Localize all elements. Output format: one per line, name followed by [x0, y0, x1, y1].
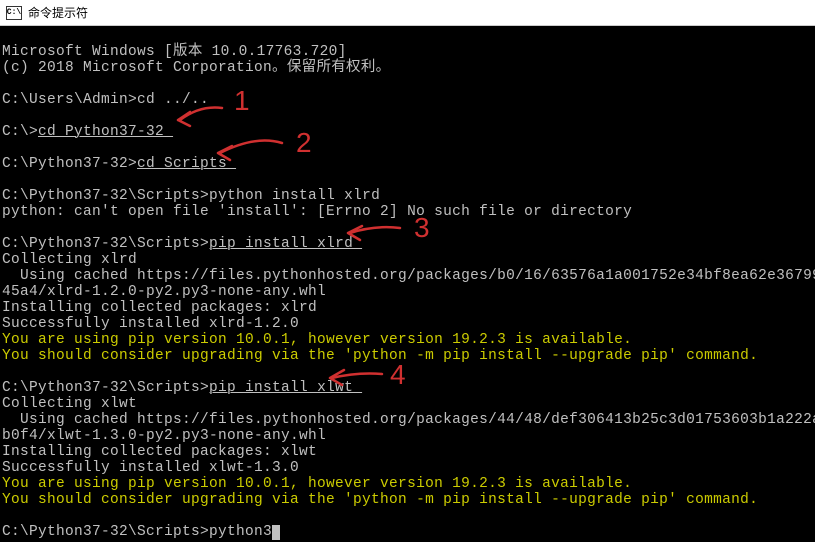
prompt: C:\Python37-32\Scripts>: [2, 524, 209, 540]
prompt: C:\Users\Admin>: [2, 92, 137, 108]
output-line: Successfully installed xlwt-1.3.0: [2, 460, 299, 476]
cmd-annotated: cd Scripts: [137, 156, 236, 172]
output-line: Using cached https://files.pythonhosted.…: [2, 412, 815, 428]
app-icon: C:\: [6, 6, 22, 20]
prompt: C:\>: [2, 124, 38, 140]
cmd: python3: [209, 524, 272, 540]
window-title: 命令提示符: [28, 5, 88, 21]
warning-line: You should consider upgrading via the 'p…: [2, 348, 758, 364]
prompt: C:\Python37-32>: [2, 156, 137, 172]
output-line: 45a4/xlrd-1.2.0-py2.py3-none-any.whl: [2, 284, 326, 300]
window-titlebar[interactable]: C:\ 命令提示符: [0, 0, 815, 26]
header-line: (c) 2018 Microsoft Corporation。保留所有权利。: [2, 60, 390, 76]
output-line: Installing collected packages: xlrd: [2, 300, 317, 316]
output-line: Using cached https://files.pythonhosted.…: [2, 268, 815, 284]
cmd: cd ../..: [137, 92, 209, 108]
cmd-annotated: cd Python37-32: [38, 124, 173, 140]
prompt: C:\Python37-32\Scripts>: [2, 188, 209, 204]
cursor: [272, 525, 280, 540]
cmd-annotated: pip install xlrd: [209, 236, 362, 252]
prompt: C:\Python37-32\Scripts>: [2, 236, 209, 252]
warning-line: You are using pip version 10.0.1, howeve…: [2, 332, 632, 348]
output-line: python: can't open file 'install': [Errn…: [2, 204, 632, 220]
cmd-annotated: pip install xlwt: [209, 380, 362, 396]
prompt: C:\Python37-32\Scripts>: [2, 380, 209, 396]
cmd: python install xlrd: [209, 188, 380, 204]
output-line: b0f4/xlwt-1.3.0-py2.py3-none-any.whl: [2, 428, 326, 444]
output-line: Successfully installed xlrd-1.2.0: [2, 316, 299, 332]
output-line: Collecting xlrd: [2, 252, 137, 268]
output-line: Collecting xlwt: [2, 396, 137, 412]
warning-line: You should consider upgrading via the 'p…: [2, 492, 758, 508]
warning-line: You are using pip version 10.0.1, howeve…: [2, 476, 632, 492]
header-line: Microsoft Windows [版本 10.0.17763.720]: [2, 44, 347, 60]
terminal-output[interactable]: Microsoft Windows [版本 10.0.17763.720] (c…: [0, 26, 815, 542]
output-line: Installing collected packages: xlwt: [2, 444, 317, 460]
